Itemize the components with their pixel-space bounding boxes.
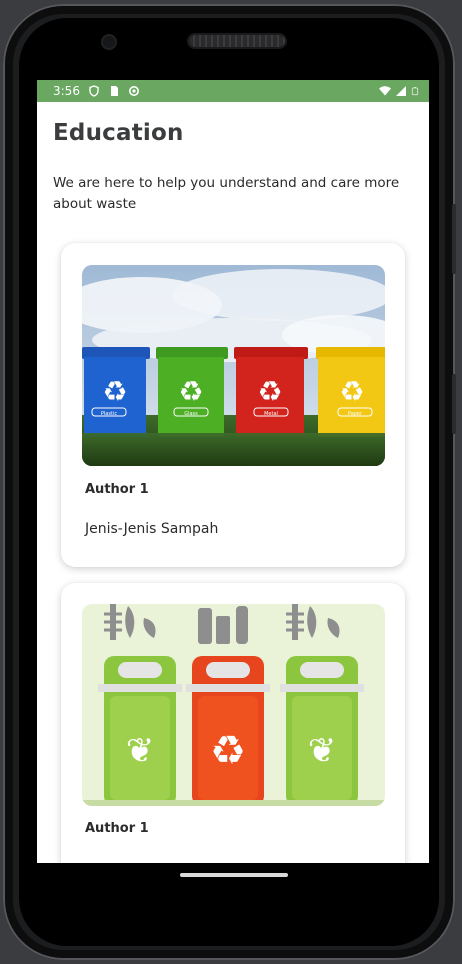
bin-label: Metal bbox=[264, 411, 278, 417]
svg-text:♻: ♻ bbox=[339, 375, 364, 408]
article-author: Author 1 bbox=[85, 821, 149, 836]
app-screen: 3:56 Education We are here to help you u… bbox=[37, 80, 429, 863]
wifi-icon bbox=[379, 86, 391, 96]
article-author: Author 1 bbox=[85, 482, 149, 497]
article-image: ♻ Plastic ♻ Glass ♻ Metal ♻ Paper bbox=[82, 265, 385, 466]
signal-icon bbox=[396, 86, 406, 96]
svg-text:♻: ♻ bbox=[210, 728, 246, 774]
waste-bins-illustration: ❦ ♻ ❦ bbox=[82, 604, 385, 806]
page-title: Education bbox=[53, 120, 184, 146]
status-bar: 3:56 bbox=[37, 80, 429, 102]
svg-text:♻: ♻ bbox=[257, 375, 282, 408]
svg-text:❦: ❦ bbox=[126, 731, 155, 771]
main-content: Education We are here to help you unders… bbox=[37, 120, 429, 215]
article-image: ❦ ♻ ❦ bbox=[82, 604, 385, 806]
bin-label: Paper bbox=[348, 411, 363, 417]
battery-icon bbox=[411, 87, 419, 96]
home-indicator[interactable] bbox=[180, 873, 288, 877]
article-card[interactable]: ♻ Plastic ♻ Glass ♻ Metal ♻ Paper Author… bbox=[61, 243, 405, 567]
bin-label: Plastic bbox=[101, 411, 117, 417]
shield-icon bbox=[89, 85, 99, 97]
power-button bbox=[452, 374, 456, 434]
front-camera bbox=[103, 36, 115, 48]
article-card[interactable]: ❦ ♻ ❦ Author 1 bbox=[61, 583, 405, 863]
sync-icon bbox=[128, 86, 139, 96]
page-subtitle: We are here to help you understand and c… bbox=[53, 175, 400, 212]
volume-button bbox=[452, 204, 456, 274]
earpiece-speaker bbox=[189, 35, 285, 47]
sd-card-icon bbox=[110, 86, 118, 96]
svg-text:♻: ♻ bbox=[178, 375, 203, 408]
svg-text:♻: ♻ bbox=[102, 375, 127, 408]
article-title: Jenis-Jenis Sampah bbox=[85, 521, 219, 537]
status-time: 3:56 bbox=[53, 84, 80, 98]
recycling-bins-photo: ♻ Plastic ♻ Glass ♻ Metal ♻ Paper bbox=[82, 265, 385, 466]
bin-label: Glass bbox=[184, 411, 198, 417]
svg-text:❦: ❦ bbox=[308, 731, 337, 771]
